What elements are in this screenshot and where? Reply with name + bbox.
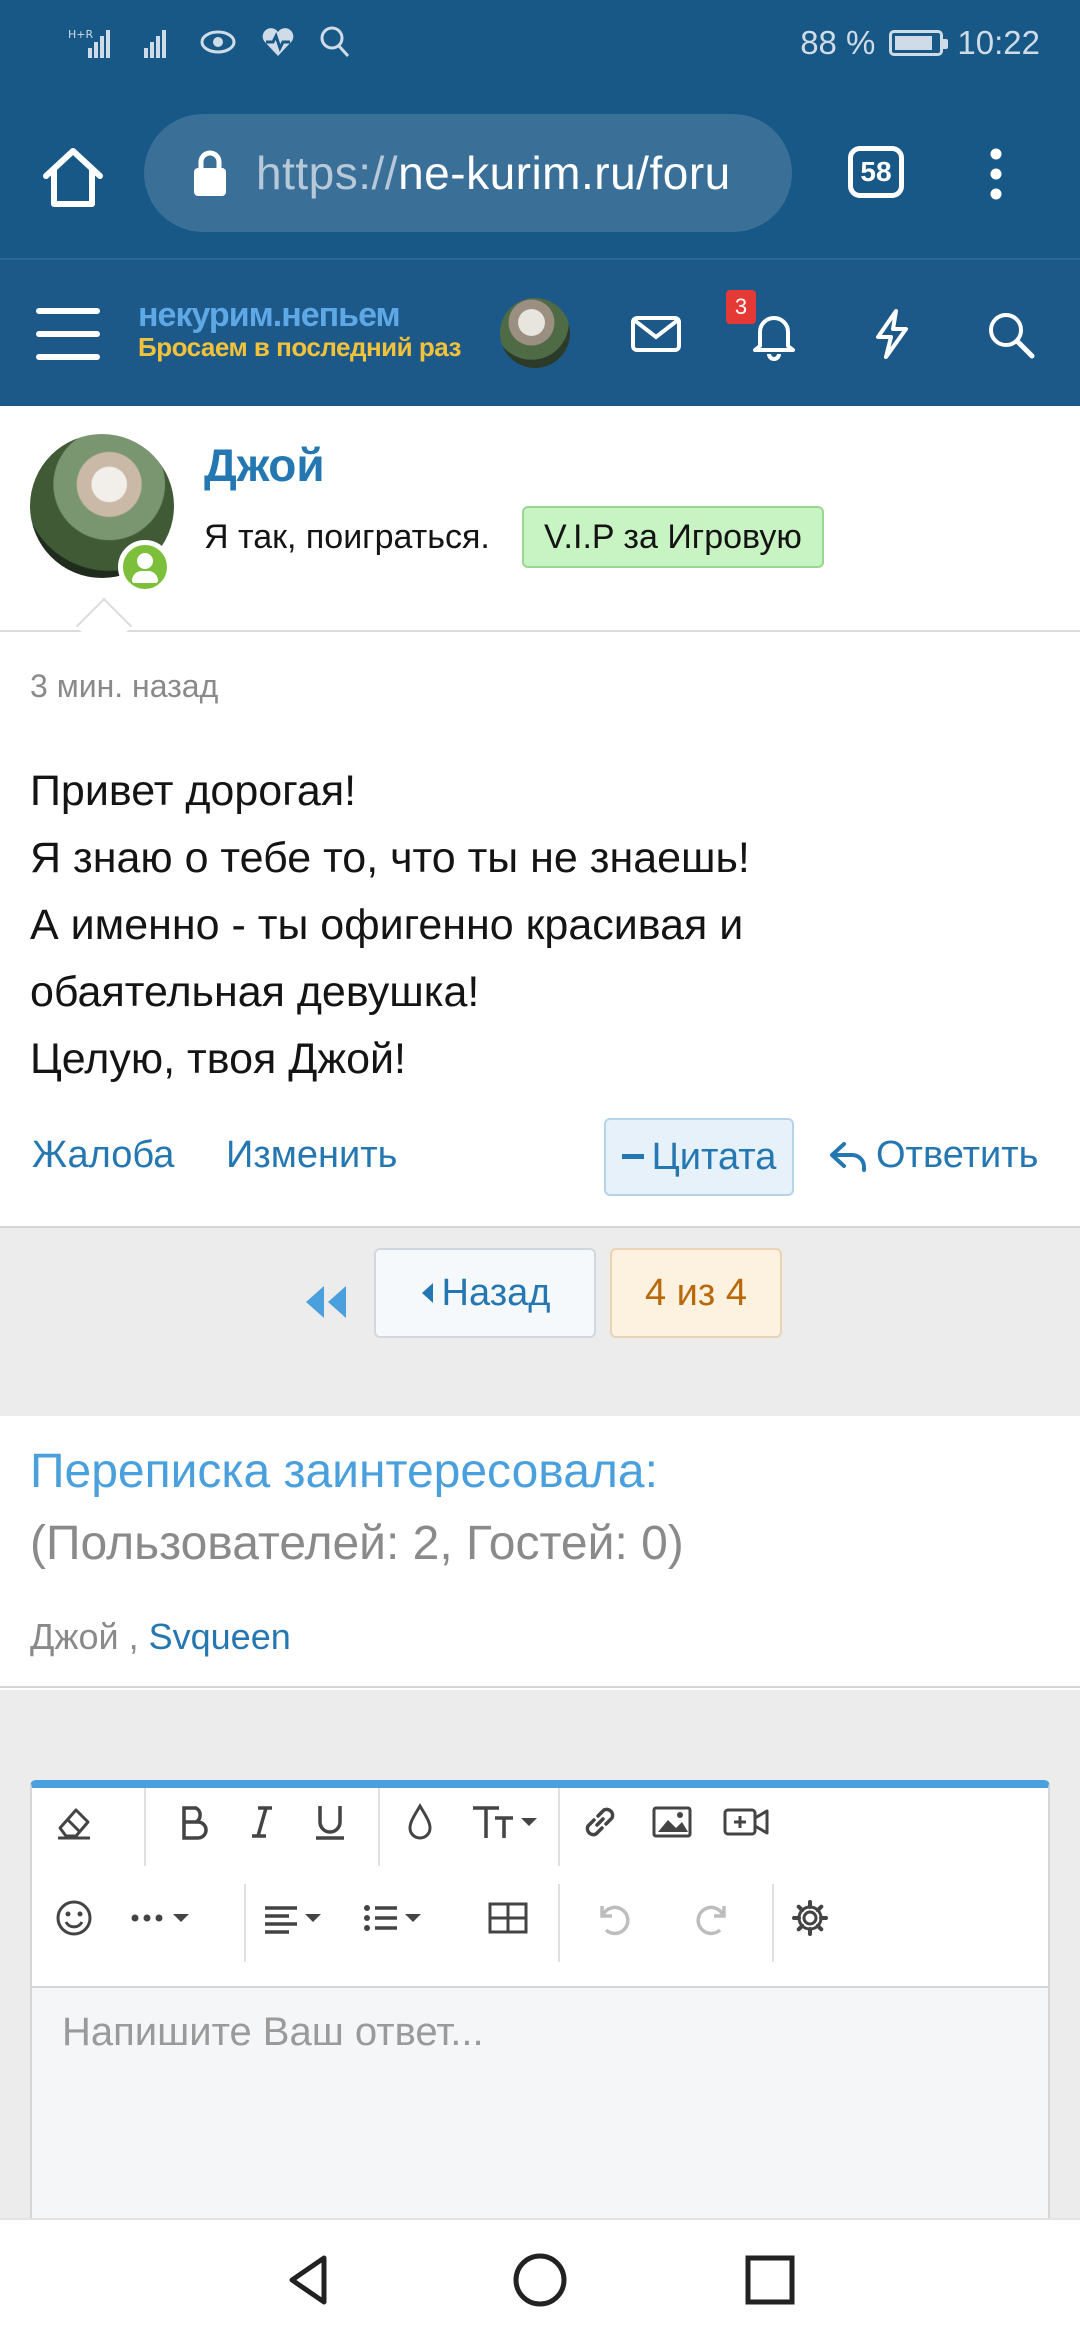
link-icon[interactable] [568,1790,632,1854]
post-line: обаятельная девушка! [30,968,480,1016]
svg-text:H+R: H+R [68,28,93,41]
smiley-icon[interactable] [42,1886,106,1950]
post-author-block: Джой Я так, поиграться. V.I.P за Игровую [0,406,1080,655]
report-link[interactable]: Жалоба [32,1134,174,1177]
author-name[interactable]: Джой [204,438,325,492]
undo-icon[interactable] [580,1886,644,1950]
table-icon[interactable] [476,1886,540,1950]
home-icon[interactable] [38,142,108,212]
toolbar-separator [378,1788,380,1866]
reply-editor: Напишите Ваш ответ... [30,1780,1050,2220]
pagination: Назад 4 из 4 [0,1226,1080,1416]
quote-button[interactable]: Цитата [604,1118,794,1196]
status-icons: H+R [68,24,352,60]
signal-icon-2 [144,30,166,58]
health-icon [262,28,294,56]
toolbar-separator [558,1884,560,1962]
current-page[interactable]: 4 из 4 [610,1248,782,1338]
bold-icon[interactable] [162,1790,226,1854]
minus-icon [621,1154,644,1159]
color-drop-icon[interactable] [388,1790,452,1854]
online-status-icon [118,540,172,594]
list-icon[interactable] [354,1886,438,1950]
italic-icon[interactable] [230,1790,294,1854]
status-bar: H+R 88 % 10:22 [0,0,1080,90]
signal-icon: H+R [68,28,110,58]
back-nav-icon[interactable] [280,2250,340,2310]
editor-toolbar [32,1788,1048,1988]
battery-percent: 88 % [800,24,876,61]
first-page-icon[interactable] [302,1282,350,1322]
post-line: Привет дорогая! [30,767,357,815]
address-bar[interactable]: https://ne-kurim.ru/foru [144,114,792,232]
watcher-separator: , [118,1616,139,1657]
author-title: Я так, поиграться. [204,518,490,556]
watcher-user-link[interactable]: Svqueen [149,1616,291,1657]
home-nav-icon[interactable] [510,2250,570,2310]
logo-title: некурим.непьем [138,296,401,334]
notification-badge: 3 [726,290,756,324]
settings-gear-icon[interactable] [778,1886,842,1950]
inbox-icon[interactable] [628,306,684,362]
edit-link[interactable]: Изменить [226,1134,397,1177]
post-line: Я знаю о тебе то, что ты не знаешь! [30,834,750,882]
eye-icon [200,30,236,54]
image-icon[interactable] [640,1790,704,1854]
prev-page-label: Назад [441,1271,551,1314]
lightning-icon[interactable] [864,306,920,362]
clock: 10:22 [957,24,1040,61]
watchers-users: Джой , Svqueen [30,1616,291,1658]
account-avatar[interactable] [500,298,570,368]
toolbar-separator [558,1788,560,1866]
recents-nav-icon[interactable] [740,2250,800,2310]
prev-page-button[interactable]: Назад [374,1248,596,1338]
search-icon[interactable] [982,306,1038,362]
align-icon[interactable] [254,1886,338,1950]
reply-label: Ответить [876,1134,1039,1176]
reply-icon [830,1141,866,1172]
underline-icon[interactable] [298,1790,362,1854]
lock-icon [194,150,226,196]
logo-tagline: Бросаем в последний раз [138,332,461,362]
search-status-icon [320,26,350,58]
more-menu-icon[interactable] [990,148,1002,200]
post-time[interactable]: 3 мин. назад [30,668,218,705]
post-line: Целую, твоя Джой! [30,1035,406,1083]
site-logo[interactable]: некурим.непьем Бросаем в последний раз [138,298,461,360]
user-badge: V.I.P за Игровую [522,506,824,568]
watchers-block: Переписка заинтересовала: (Пользователей… [0,1416,1080,1688]
video-icon[interactable] [714,1790,778,1854]
status-right: 88 % 10:22 [800,24,1040,62]
browser-bar: https://ne-kurim.ru/foru 58 [0,90,1080,258]
post-body: Привет дорогая! Я знаю о тебе то, что ты… [30,758,750,1093]
tabs-button[interactable]: 58 [848,146,904,198]
battery-fill [895,36,933,50]
redo-icon[interactable] [682,1886,746,1950]
site-header: некурим.непьем Бросаем в последний раз 3 [0,258,1080,406]
watchers-count: (Пользователей: 2, Гостей: 0) [30,1517,684,1570]
toolbar-separator [772,1884,774,1962]
battery-icon [889,30,949,56]
system-nav-bar [0,2218,1080,2340]
post-line: А именно - ты офигенно красивая и [30,901,744,949]
reply-link[interactable]: Ответить [828,1134,1038,1177]
hamburger-menu-icon[interactable] [36,308,100,360]
reply-textarea[interactable]: Напишите Ваш ответ... [32,1988,1048,2218]
quote-label: Цитата [651,1135,777,1178]
post-actions: Жалоба Изменить Цитата Ответить [0,1114,1080,1198]
toolbar-separator [244,1884,246,1962]
url-host: ne-kurim.ru/foru [398,147,731,199]
watcher-user[interactable]: Джой [30,1616,119,1657]
caret-left-icon [421,1283,433,1303]
url-text: https://ne-kurim.ru/foru [256,146,731,200]
font-size-icon[interactable] [462,1790,546,1854]
more-options-icon[interactable] [120,1886,204,1950]
toolbar-separator [144,1788,146,1866]
url-scheme: https:// [256,147,399,199]
eraser-icon[interactable] [42,1790,106,1854]
watchers-title: Переписка заинтересовала: [30,1445,658,1498]
message-pointer [75,597,133,655]
